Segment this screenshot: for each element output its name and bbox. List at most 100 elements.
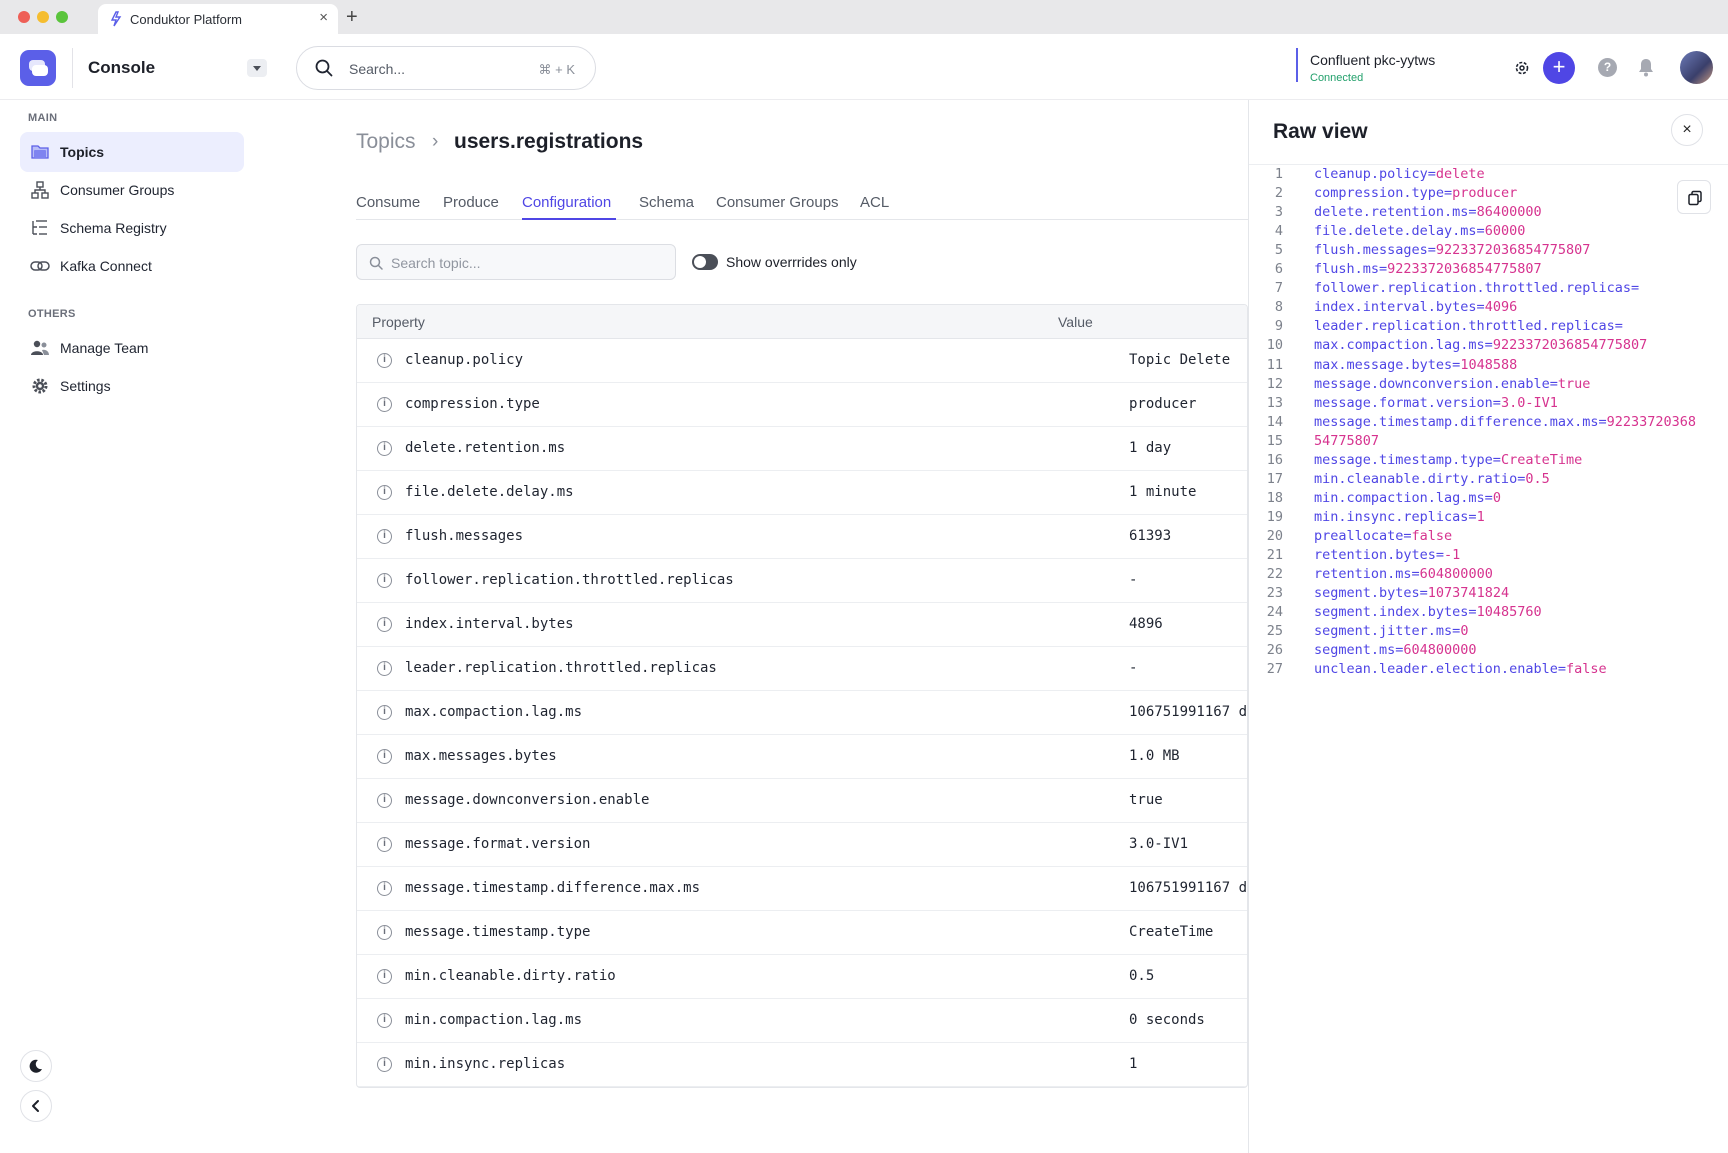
tab-schema[interactable]: Schema [639, 194, 694, 211]
table-row[interactable]: i delete.retention.ms 1 day [357, 427, 1247, 471]
table-row[interactable]: i min.insync.replicas 1 [357, 1043, 1247, 1087]
info-icon[interactable]: i [377, 1013, 392, 1028]
sidebar: MAIN Topics Consumer Groups Schema Regis… [0, 100, 260, 1153]
browser-tab[interactable]: Conduktor Platform × [98, 4, 338, 34]
config-value: 1048588 [1460, 356, 1518, 373]
show-overrides-label[interactable]: Show overrrides only [726, 254, 857, 270]
show-overrides-toggle[interactable] [692, 254, 718, 270]
tab-produce[interactable]: Produce [443, 194, 499, 211]
table-row[interactable]: i max.messages.bytes 1.0 MB [357, 735, 1247, 779]
table-row[interactable]: i max.compaction.lag.ms 106751991167 da [357, 691, 1247, 735]
table-row[interactable]: i min.compaction.lag.ms 0 seconds [357, 999, 1247, 1043]
info-icon[interactable]: i [377, 661, 392, 676]
tab-acl[interactable]: ACL [860, 194, 889, 211]
config-key: message.timestamp.type= [1314, 451, 1501, 468]
config-value: 3.0-IV1 [1500, 394, 1558, 411]
cluster-settings-icon[interactable] [1514, 60, 1530, 76]
tab-consume[interactable]: Consume [356, 194, 420, 211]
sidebar-item-kafka-connect[interactable]: Kafka Connect [20, 246, 244, 286]
add-button[interactable]: + [1543, 52, 1575, 84]
conduktor-favicon-icon [110, 11, 122, 27]
tab-close-icon[interactable]: × [319, 9, 328, 26]
property-name: min.insync.replicas [405, 1056, 566, 1072]
config-value: 604800000 [1419, 566, 1493, 583]
cluster-name[interactable]: Confluent pkc-yytws [1310, 52, 1435, 68]
table-row[interactable]: i compression.type producer [357, 383, 1247, 427]
page-title: users.registrations [454, 130, 644, 153]
sidebar-item-consumer-groups[interactable]: Consumer Groups [20, 170, 244, 210]
info-icon[interactable]: i [377, 969, 392, 984]
theme-toggle-button[interactable] [20, 1050, 52, 1082]
sidebar-item-topics[interactable]: Topics [20, 132, 244, 172]
user-avatar[interactable] [1680, 51, 1713, 84]
info-icon[interactable]: i [377, 837, 392, 852]
sidebar-item-label: Manage Team [60, 340, 149, 356]
line-number: 5 [1274, 242, 1283, 259]
table-row[interactable]: i file.delete.delay.ms 1 minute [357, 471, 1247, 515]
line-number: 23 [1266, 585, 1283, 602]
table-row[interactable]: i index.interval.bytes 4896 [357, 603, 1247, 647]
info-icon[interactable]: i [377, 749, 392, 764]
info-icon[interactable]: i [377, 925, 392, 940]
tab-configuration[interactable]: Configuration [522, 194, 611, 211]
config-entry: flush.messages=9223372036854775807 [1314, 242, 1590, 258]
app-logo-icon[interactable] [20, 50, 56, 86]
config-entry: segment.index.bytes=10485760 [1314, 604, 1542, 620]
table-row[interactable]: i leader.replication.throttled.replicas - [357, 647, 1247, 691]
info-icon[interactable]: i [377, 485, 392, 500]
code-line: 4 file.delete.delay.ms=60000 [1249, 223, 1728, 244]
tab-consumer-groups[interactable]: Consumer Groups [716, 194, 839, 211]
table-row[interactable]: i cleanup.policy Topic Delete [357, 339, 1247, 383]
window-maximize-dot[interactable] [56, 11, 68, 23]
table-row[interactable]: i follower.replication.throttled.replicas… [357, 559, 1247, 603]
info-icon[interactable]: i [377, 793, 392, 808]
code-line: 14 message.timestamp.difference.max.ms=92… [1249, 414, 1728, 435]
property-name: message.timestamp.type [405, 924, 591, 940]
info-icon[interactable]: i [377, 617, 392, 632]
config-entry: flush.ms=9223372036854775807 [1314, 261, 1542, 277]
config-value: 10485760 [1476, 604, 1542, 621]
property-name: max.compaction.lag.ms [405, 704, 583, 720]
breadcrumb-topics-link[interactable]: Topics [356, 130, 416, 154]
new-tab-icon[interactable]: + [346, 6, 358, 29]
info-icon[interactable]: i [377, 529, 392, 544]
info-icon[interactable]: i [377, 1057, 392, 1072]
info-icon[interactable]: i [377, 573, 392, 588]
sidebar-item-settings[interactable]: Settings [20, 366, 244, 406]
info-icon[interactable]: i [377, 397, 392, 412]
table-row[interactable]: i message.downconversion.enable true [357, 779, 1247, 823]
info-icon[interactable]: i [377, 441, 392, 456]
table-row[interactable]: i message.timestamp.difference.max.ms 1067… [357, 867, 1247, 911]
config-key: cleanup.policy= [1314, 166, 1436, 182]
window-close-dot[interactable] [18, 11, 30, 23]
info-icon[interactable]: i [377, 705, 392, 720]
info-icon[interactable]: i [377, 881, 392, 896]
close-raw-view-button[interactable]: × [1671, 114, 1703, 146]
table-row[interactable]: i flush.messages 61393 [357, 515, 1247, 559]
config-key: preallocate= [1314, 527, 1412, 544]
info-icon[interactable]: i [377, 353, 392, 368]
config-entry: delete.retention.ms=86400000 [1314, 204, 1542, 220]
line-number: 27 [1266, 661, 1283, 678]
bell-icon[interactable] [1637, 57, 1655, 77]
topic-config-search-input[interactable]: Search topic... [356, 244, 676, 280]
app-switcher-dropdown[interactable] [247, 59, 267, 77]
config-entry: 54775807 [1314, 433, 1379, 449]
table-row[interactable]: i min.cleanable.dirty.ratio 0.5 [357, 955, 1247, 999]
app-header: Console Search... ⌘ + K Confluent pkc-yy… [0, 34, 1728, 100]
code-line: 27 unclean.leader.election.enable=false [1249, 661, 1728, 682]
help-icon[interactable]: ? [1598, 58, 1617, 77]
hierarchy-icon [31, 181, 49, 199]
table-row[interactable]: i message.format.version 3.0-IV1 [357, 823, 1247, 867]
collapse-sidebar-button[interactable] [20, 1090, 52, 1122]
table-row[interactable]: i message.timestamp.type CreateTime [357, 911, 1247, 955]
sidebar-item-label: Consumer Groups [60, 182, 175, 198]
global-search-input[interactable]: Search... ⌘ + K [296, 46, 596, 90]
search-icon [315, 59, 333, 77]
window-minimize-dot[interactable] [37, 11, 49, 23]
config-key: message.downconversion.enable= [1314, 375, 1558, 392]
code-line: 23 segment.bytes=1073741824 [1249, 585, 1728, 606]
sidebar-item-schema-registry[interactable]: Schema Registry [20, 208, 244, 248]
line-number: 8 [1274, 299, 1283, 316]
sidebar-item-manage-team[interactable]: Manage Team [20, 328, 244, 368]
